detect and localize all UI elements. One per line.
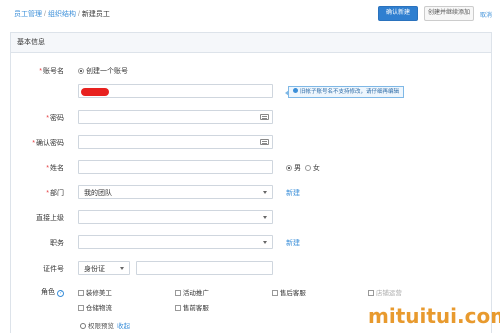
keyboard-icon[interactable] [260, 139, 269, 145]
account-label: *账号名 [39, 68, 64, 75]
password-input[interactable] [78, 110, 273, 124]
position-select[interactable] [78, 235, 273, 249]
role-checkbox[interactable] [78, 290, 84, 296]
account-tip: 旧帐子账号名不支持修改，请仔细再编辑 [284, 86, 405, 98]
role-checkbox[interactable] [78, 305, 84, 311]
breadcrumb-org-structure[interactable]: 组织结构 [48, 11, 76, 18]
role-checkbox [368, 290, 374, 296]
confirm-password-label: *确认密码 [32, 140, 64, 147]
keyboard-icon[interactable] [260, 114, 269, 120]
new-department-link[interactable]: 新建 [286, 188, 300, 198]
gender-female-radio[interactable] [304, 165, 311, 171]
redacted-value [81, 88, 109, 96]
id-number-label: 证件号 [43, 266, 64, 273]
id-type-value: 身份证 [84, 266, 105, 273]
role-checkbox[interactable] [175, 305, 181, 311]
chevron-down-icon [263, 241, 267, 244]
position-label: 职务 [50, 240, 64, 247]
top-bar: 员工管理 / 组织结构 / 新建员工 确认新建 创建并继续添加 取消 [0, 0, 500, 26]
role-item[interactable]: 售前客服 [175, 302, 209, 312]
role-item[interactable]: 装修美工 [78, 287, 112, 297]
breadcrumb: 员工管理 / 组织结构 / 新建员工 [14, 11, 110, 18]
superior-select[interactable] [78, 210, 273, 224]
watermark: mituitui.com [368, 304, 500, 328]
name-input[interactable] [78, 160, 273, 174]
collapse-toggle[interactable]: 收起 [117, 323, 130, 330]
chevron-down-icon [263, 216, 267, 219]
gender-female-label: 女 [312, 165, 320, 172]
gender-male-radio[interactable] [286, 165, 292, 171]
confirm-password-input[interactable] [78, 135, 273, 149]
chevron-down-icon [263, 191, 267, 194]
department-select[interactable]: 我的团队 [78, 185, 273, 199]
role-item[interactable]: 仓储物流 [78, 302, 112, 312]
password-label: *密码 [46, 115, 64, 122]
role-item-disabled: 店铺运营 [368, 287, 402, 297]
gender-male-label: 男 [293, 165, 301, 172]
search-icon [80, 323, 86, 329]
create-account-option[interactable]: 创建一个账号 [78, 66, 128, 76]
section-title: 基本信息 [11, 33, 491, 53]
department-label: *部门 [46, 190, 64, 197]
role-item[interactable]: 活动推广 [175, 287, 209, 297]
id-type-select[interactable]: 身份证 [78, 261, 130, 275]
confirm-create-button[interactable]: 确认新建 [378, 6, 418, 21]
superior-label: 直接上级 [36, 215, 64, 222]
permission-preview[interactable]: 权限预览 收起 [80, 320, 130, 330]
new-position-link[interactable]: 新建 [286, 238, 300, 248]
role-checkbox[interactable] [272, 290, 278, 296]
role-item[interactable]: 售后客服 [272, 287, 306, 297]
create-account-radio-label: 创建一个账号 [85, 68, 128, 75]
breadcrumb-employee-management[interactable]: 员工管理 [14, 11, 42, 18]
id-number-input[interactable] [136, 261, 273, 275]
breadcrumb-current: 新建员工 [81, 11, 110, 18]
role-checkbox[interactable] [175, 290, 181, 296]
create-account-radio[interactable] [78, 68, 84, 74]
info-icon [293, 88, 298, 93]
chevron-down-icon [120, 267, 124, 270]
name-label: *姓名 [46, 165, 64, 172]
account-input[interactable] [78, 84, 273, 98]
roles-label: 角色? [10, 287, 64, 297]
department-value: 我的团队 [84, 190, 112, 197]
help-icon[interactable]: ? [57, 290, 64, 297]
gender-group: 男 女 [286, 163, 320, 173]
cancel-link[interactable]: 取消 [480, 10, 492, 19]
create-and-continue-button[interactable]: 创建并继续添加 [424, 6, 474, 21]
